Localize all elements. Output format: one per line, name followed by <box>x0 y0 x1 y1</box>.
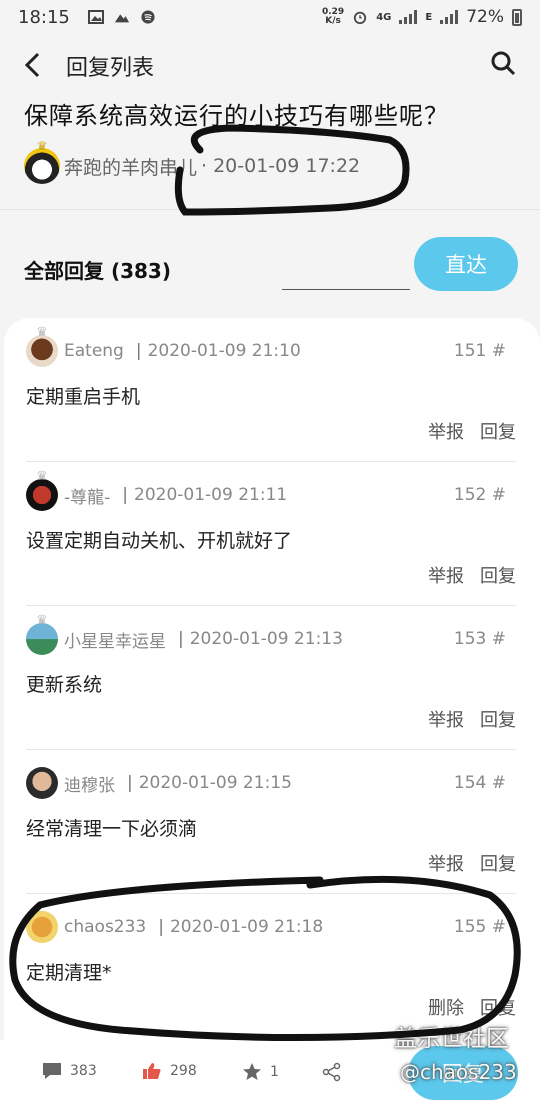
back-arrow-icon[interactable] <box>22 52 44 78</box>
status-bar: 18:15 0.29 K/s 4G E 72% <box>0 0 540 34</box>
reply-floor: 151 # <box>453 341 506 361</box>
reply-time: 2020-01-09 21:13 <box>189 629 343 649</box>
post-author-name[interactable]: 奔跑的羊肉串儿 <box>64 153 197 180</box>
header-title: 回复列表 <box>66 56 155 81</box>
post-author-row: ♛ 奔跑的羊肉串儿 · 20-01-09 17:22 <box>24 139 361 184</box>
post-time: · 20-01-09 17:22 <box>201 155 361 177</box>
image-icon <box>87 10 104 24</box>
reply-username[interactable]: chaos233 <box>64 917 146 937</box>
user-avatar[interactable]: ♛ <box>26 469 58 511</box>
share-icon <box>322 1062 341 1082</box>
comment-count-item[interactable]: 383 <box>42 1062 97 1080</box>
signal2-icon <box>440 10 459 24</box>
battery-icon <box>512 8 522 26</box>
like-count: 298 <box>170 1063 197 1079</box>
reply-content: 设置定期自动关机、开机就好了 <box>26 530 293 552</box>
reply-button[interactable]: 回复 <box>480 706 516 732</box>
spotify-icon <box>141 10 155 24</box>
reply-floor: 153 # <box>453 629 506 649</box>
report-button[interactable]: 举报 <box>428 562 464 588</box>
reply-content: 经常清理一下必须滴 <box>26 818 198 840</box>
status-time: 18:15 <box>18 6 70 28</box>
watermark-title: 盖乐世社区 <box>394 1026 509 1052</box>
reply-button[interactable]: 回复 <box>480 418 516 444</box>
battery-percent: 72% <box>466 7 504 27</box>
all-replies-heading: 全部回复 (383) <box>24 259 171 283</box>
favorite-count-item[interactable]: 1 <box>242 1062 279 1081</box>
comment-count: 383 <box>70 1063 97 1079</box>
reply-content: 更新系统 <box>26 674 103 696</box>
report-button[interactable]: 举报 <box>428 706 464 732</box>
user-avatar[interactable]: ♛ <box>26 613 58 655</box>
signal2-label: E <box>425 11 433 23</box>
reply-item: ♛ 小星星幸运星 | 2020-01-09 21:13 153 # 更新系统 举… <box>26 606 516 750</box>
reply-username[interactable]: -尊龍- <box>64 483 110 508</box>
crown-icon: ♛ <box>36 139 48 153</box>
reply-item: 迪穆张 | 2020-01-09 21:15 154 # 经常清理一下必须滴 举… <box>26 750 516 894</box>
crown-icon: ♛ <box>36 325 48 340</box>
floor-jump-input[interactable] <box>282 260 410 290</box>
reply-button[interactable]: 回复 <box>480 562 516 588</box>
reply-button[interactable]: 回复 <box>480 850 516 876</box>
favorite-count: 1 <box>270 1063 279 1080</box>
header: 回复列表 <box>0 34 540 94</box>
reply-item: chaos233 | 2020-01-09 21:18 155 # 定期清理* … <box>26 894 516 1038</box>
reply-floor: 154 # <box>453 773 506 793</box>
crown-icon: ♛ <box>36 613 48 628</box>
user-avatar[interactable]: ♛ <box>26 325 58 367</box>
user-avatar[interactable] <box>26 767 58 799</box>
share-item[interactable] <box>322 1062 342 1082</box>
reply-content: 定期清理* <box>26 962 112 984</box>
post-title: 保障系统高效运行的小技巧有哪些呢？ <box>24 102 449 130</box>
reply-button[interactable]: 回复 <box>480 994 516 1020</box>
report-button[interactable]: 举报 <box>428 850 464 876</box>
reply-item: ♛ -尊龍- | 2020-01-09 21:11 152 # 设置定期自动关机… <box>26 462 516 606</box>
reply-time: 2020-01-09 21:15 <box>138 773 292 793</box>
network-type: 4G <box>376 11 392 23</box>
delete-button[interactable]: 删除 <box>428 994 464 1020</box>
go-button[interactable]: 直达 <box>414 237 518 291</box>
reply-floor: 155 # <box>453 917 506 937</box>
reply-content: 定期重启手机 <box>26 386 141 408</box>
comment-icon <box>43 1063 61 1079</box>
reply-username[interactable]: Eateng <box>64 341 124 361</box>
report-button[interactable]: 举报 <box>428 418 464 444</box>
signal-icon <box>399 10 418 24</box>
replies-card: ♛ Eateng | 2020-01-09 21:10 151 # 定期重启手机… <box>4 318 540 1110</box>
search-icon[interactable] <box>490 50 516 76</box>
thumbs-up-icon <box>143 1063 161 1079</box>
alarm-icon <box>354 11 367 24</box>
reply-item: ♛ Eateng | 2020-01-09 21:10 151 # 定期重启手机… <box>26 318 516 462</box>
star-icon <box>243 1063 261 1080</box>
mountain-icon <box>114 14 129 23</box>
reply-time: 2020-01-09 21:10 <box>147 341 301 361</box>
reply-time: 2020-01-09 21:11 <box>134 485 288 505</box>
net-speed-unit: K/s <box>325 16 341 26</box>
reply-floor: 152 # <box>453 485 506 505</box>
watermark-user: @chaos233 <box>400 1060 517 1084</box>
like-count-item[interactable]: 298 <box>142 1062 197 1080</box>
author-avatar[interactable]: ♛ <box>24 139 60 184</box>
crown-icon: ♛ <box>36 469 48 484</box>
divider <box>0 209 540 210</box>
reply-time: 2020-01-09 21:18 <box>169 917 324 937</box>
user-avatar[interactable] <box>26 911 58 943</box>
reply-username[interactable]: 迪穆张 <box>64 771 115 796</box>
reply-username[interactable]: 小星星幸运星 <box>64 627 166 652</box>
